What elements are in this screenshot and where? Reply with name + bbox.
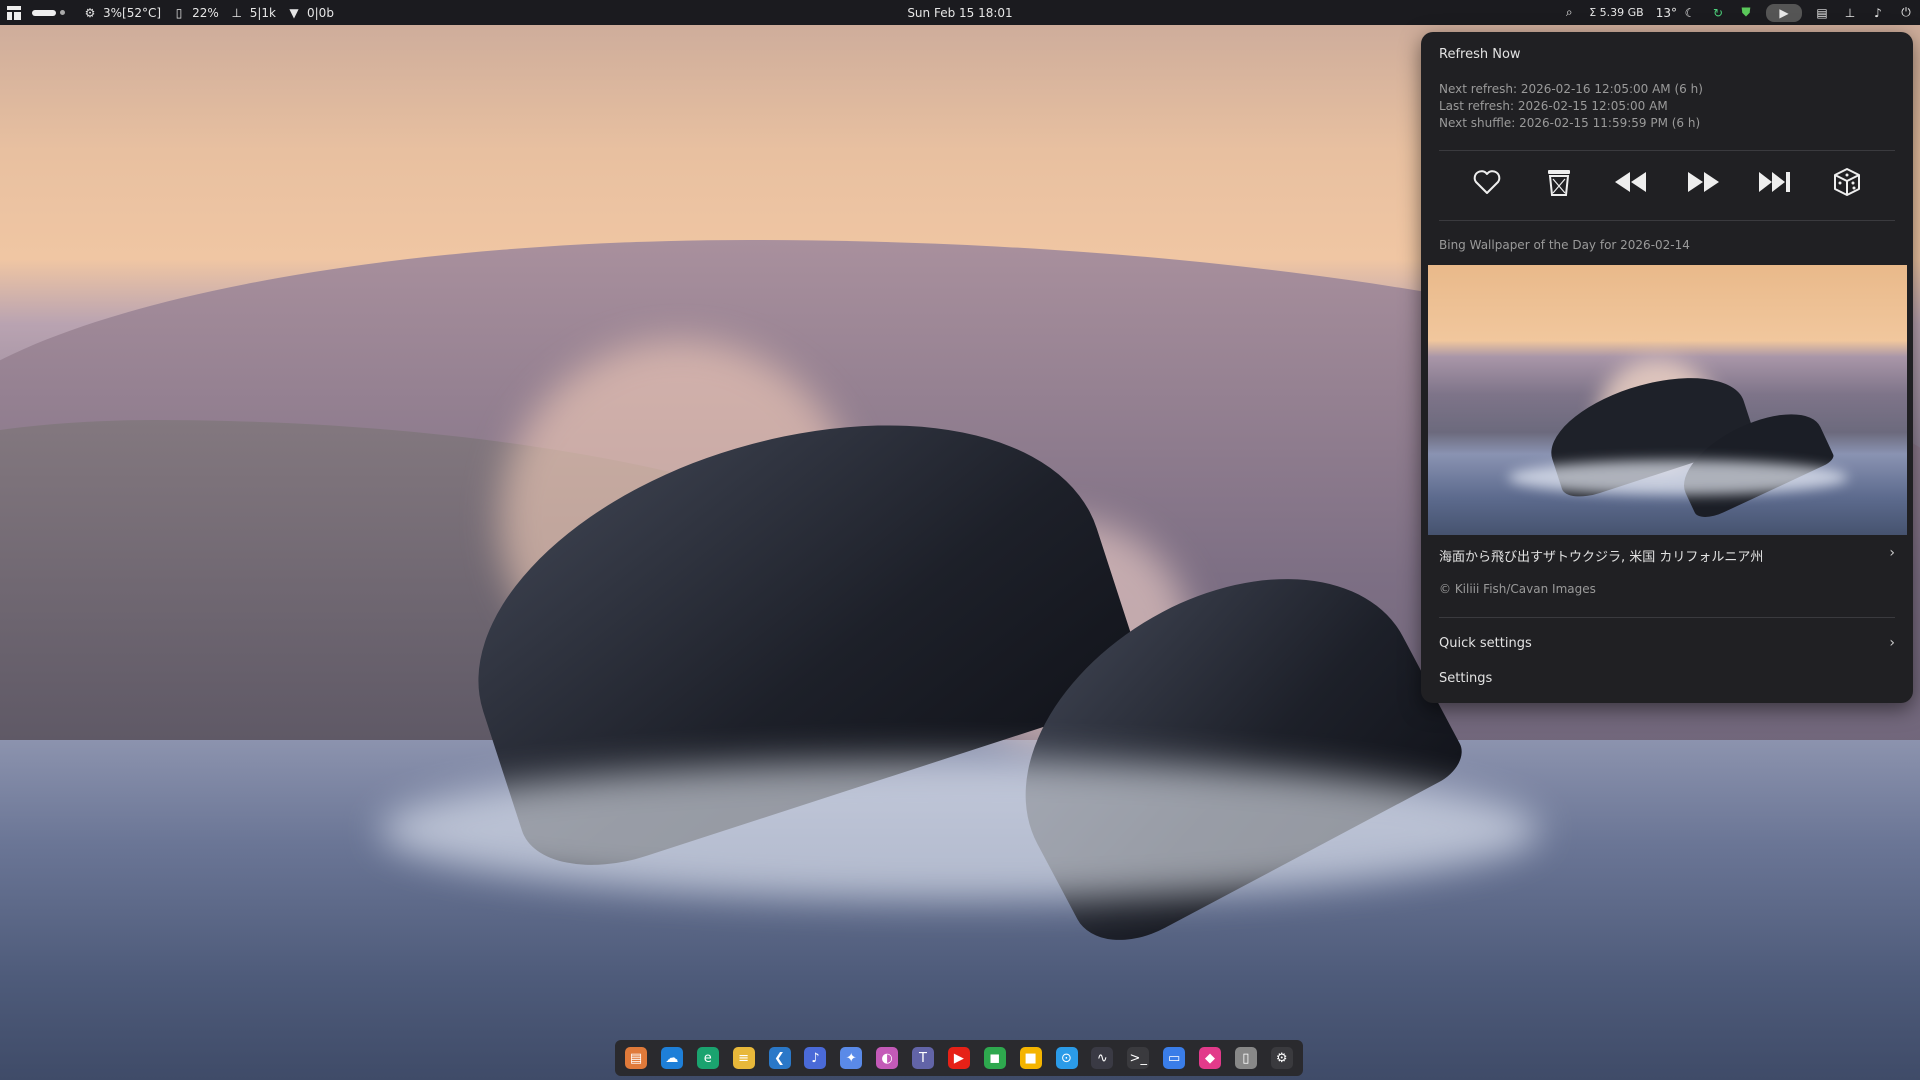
voice-app-icon[interactable]: ♪ — [804, 1047, 827, 1069]
latest-icon — [1759, 172, 1790, 192]
messages-app-icon[interactable]: ▭ — [1163, 1047, 1186, 1069]
clock[interactable]: Sun Feb 15 18:01 — [907, 6, 1012, 20]
copilot-app-icon[interactable]: ◐ — [876, 1047, 899, 1069]
bing-wallpaper-icon: ▶ — [1779, 5, 1789, 20]
network-tray-icon[interactable]: ⊥ — [1842, 5, 1858, 21]
teams-app-icon[interactable]: T — [912, 1047, 934, 1069]
trash-icon — [1548, 170, 1570, 196]
next-button[interactable] — [1683, 162, 1723, 202]
chevron-right-icon[interactable]: › — [1889, 635, 1895, 651]
top-panel: ⚙ 3%[52°C] ▯ 22% ⊥ 5|1k ▼ 0|0b Sun Feb 1… — [0, 0, 1920, 25]
next-shuffle-text: Next shuffle: 2026-02-15 11:59:59 PM (6 … — [1439, 116, 1701, 130]
youtube-app-icon[interactable]: ▶ — [947, 1047, 970, 1069]
network-icon: ⊥ — [231, 5, 242, 20]
previous-button[interactable] — [1611, 162, 1651, 202]
trash-app-icon[interactable]: ▯ — [1234, 1047, 1257, 1069]
bing-wallpaper-menu: Refresh Now Next refresh: 2026-02-16 12:… — [1421, 32, 1913, 703]
files-app-icon[interactable]: ▤ — [625, 1047, 647, 1069]
cpu-monitor[interactable]: ⚙ 3%[52°C] — [82, 5, 161, 21]
weather-icon: ☾ — [1684, 5, 1696, 20]
random-button[interactable] — [1827, 162, 1867, 202]
chevron-right-icon[interactable]: › — [1889, 545, 1895, 561]
onedrive-app-icon[interactable]: ☁ — [660, 1047, 683, 1069]
storage-indicator[interactable]: Σ 5.39 GB — [1589, 6, 1644, 19]
memory-monitor[interactable]: ▯ 22% — [171, 5, 219, 21]
chat-app-icon[interactable]: ◼ — [983, 1047, 1006, 1069]
pdf-app-icon[interactable]: ◆ — [1199, 1047, 1221, 1069]
shield-icon[interactable]: ⛊ — [1738, 5, 1754, 21]
edge-app-icon[interactable]: e — [696, 1047, 719, 1069]
next-refresh-text: Next refresh: 2026-02-16 12:05:00 AM (6 … — [1439, 82, 1703, 96]
workspace-indicator-icon[interactable] — [32, 9, 72, 16]
settings-item[interactable]: Settings — [1439, 671, 1492, 686]
favorite-icon — [1473, 170, 1501, 194]
favorite-button[interactable] — [1467, 162, 1507, 202]
trash-button[interactable] — [1539, 162, 1579, 202]
update-icon[interactable]: ↻ — [1710, 5, 1726, 21]
cpu-value: 3%[52°C] — [103, 5, 162, 20]
settings-app-icon[interactable]: ⚙ — [1270, 1047, 1293, 1069]
wallpaper-caption: Bing Wallpaper of the Day for 2026-02-14 — [1439, 238, 1690, 252]
weather-value: 13° — [1655, 5, 1677, 20]
gemini-app-icon[interactable]: ✦ — [840, 1047, 863, 1069]
search-icon[interactable]: ⌕ — [1561, 5, 1577, 21]
divider — [1439, 220, 1895, 221]
network-value: 5|1k — [249, 5, 276, 20]
meet-app-icon[interactable]: ■ — [1019, 1047, 1042, 1069]
power-icon[interactable]: ⏻ — [1898, 5, 1914, 21]
clipboard-icon[interactable]: ▤ — [1814, 5, 1830, 21]
network-monitor[interactable]: ⊥ 5|1k — [229, 5, 277, 21]
refresh-info: Next refresh: 2026-02-16 12:05:00 AM (6 … — [1439, 81, 1703, 132]
wallpaper-thumbnail[interactable] — [1428, 265, 1907, 535]
divider — [1439, 150, 1895, 151]
wifi-monitor[interactable]: ▼ 0|0b — [286, 5, 334, 21]
vscode-app-icon[interactable]: ❮ — [768, 1047, 791, 1069]
random-icon — [1834, 168, 1860, 196]
refresh-now-item[interactable]: Refresh Now — [1439, 47, 1521, 62]
weather-indicator[interactable]: 13° ☾ — [1656, 5, 1698, 21]
memory-value: 22% — [192, 5, 219, 20]
notes-app-icon[interactable]: ≡ — [732, 1047, 755, 1069]
bing-wallpaper-button[interactable]: ▶ — [1766, 3, 1802, 22]
wallpaper-controls — [1439, 162, 1895, 202]
wifi-value: 0|0b — [307, 5, 334, 20]
previous-icon — [1615, 172, 1646, 192]
wallpaper-copyright: © Kiliii Fish/Cavan Images — [1439, 582, 1596, 596]
volume-icon[interactable]: ♪ — [1870, 5, 1886, 21]
divider — [1439, 617, 1895, 618]
latest-button[interactable] — [1755, 162, 1795, 202]
next-icon — [1688, 172, 1719, 192]
dock: ▤ ☁ e ≡ ❮ ♪ ✦ ◐ T ▶ ◼ ■ ⊙ ∿ >_ ▭ ◆ ▯ ⚙ — [615, 1040, 1303, 1076]
monitor-app-icon[interactable]: ∿ — [1091, 1047, 1114, 1069]
wallpaper-description[interactable]: 海面から飛び出すザトウクジラ, 米国 カリフォルニア州 — [1439, 546, 1889, 565]
cpu-icon: ⚙ — [84, 5, 96, 20]
browser-app-icon[interactable]: ⊙ — [1055, 1047, 1078, 1069]
terminal-app-icon[interactable]: >_ — [1127, 1047, 1150, 1069]
wifi-icon: ▼ — [289, 5, 299, 20]
apps-icon[interactable] — [6, 5, 22, 21]
last-refresh-text: Last refresh: 2026-02-15 12:05:00 AM — [1439, 99, 1668, 113]
memory-icon: ▯ — [175, 5, 183, 20]
quick-settings-item[interactable]: Quick settings — [1439, 636, 1532, 651]
